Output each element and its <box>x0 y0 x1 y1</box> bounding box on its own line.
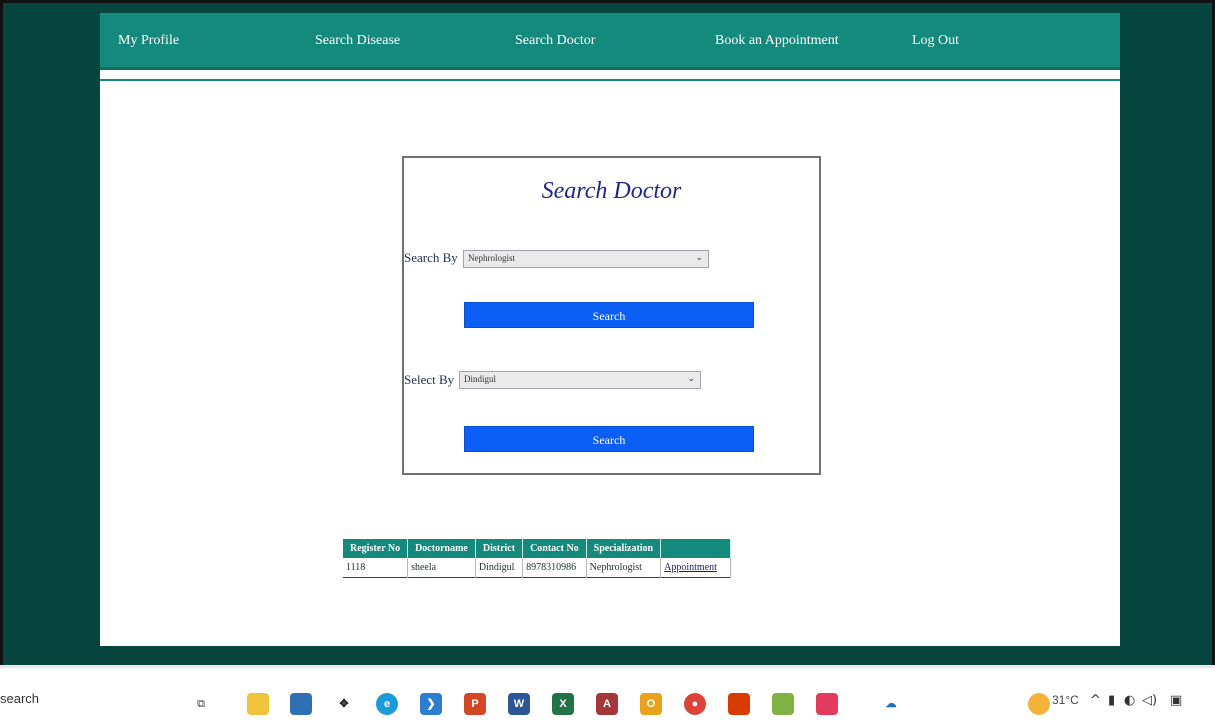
network-icon[interactable]: ◐ <box>1124 693 1135 708</box>
cell-district: Dindigul <box>475 558 524 577</box>
cell-specialization: Nephrologist <box>586 558 662 577</box>
taskbar-search-box[interactable]: search <box>0 691 39 706</box>
panel-title: Search Doctor <box>541 178 682 204</box>
task-view-icon[interactable]: ⧉ <box>190 693 212 715</box>
cell-contact-no: 8978310986 <box>522 558 587 577</box>
edge-icon[interactable]: e <box>376 693 398 715</box>
browser-page: My Profile Search Disease Search Doctor … <box>100 13 1120 646</box>
header-specialization: Specialization <box>586 539 662 558</box>
cell-action: Appointment <box>660 558 732 577</box>
nav-divider <box>100 79 1120 81</box>
search-district-button[interactable]: Search <box>464 426 754 452</box>
nav-book-appointment[interactable]: Book an Appointment <box>715 33 839 49</box>
file-explorer-icon[interactable] <box>247 693 269 715</box>
chevron-down-icon: ⌄ <box>687 373 695 383</box>
app-icon-2[interactable] <box>816 693 838 715</box>
search-specialization-button[interactable]: Search <box>464 302 754 328</box>
header-district: District <box>475 539 524 558</box>
top-navbar: My Profile Search Disease Search Doctor … <box>100 13 1120 70</box>
header-register-no: Register No <box>343 539 409 558</box>
app-icon[interactable] <box>772 693 794 715</box>
select-by-select[interactable]: Dindigul ⌄ <box>459 371 701 389</box>
nav-my-profile[interactable]: My Profile <box>118 33 179 49</box>
windows-taskbar: search ⧉ ✥ e ❯ P W X A O ● ☁ 31°C ^ ▮ ◐ … <box>0 665 1215 728</box>
onedrive-icon[interactable]: ☁ <box>880 693 902 715</box>
office-icon[interactable] <box>728 693 750 715</box>
vscode-icon[interactable]: ❯ <box>420 693 442 715</box>
appointment-link[interactable]: Appointment <box>664 562 717 573</box>
table-header-row: Register No Doctorname District Contact … <box>343 539 732 558</box>
header-contact-no: Contact No <box>522 539 587 558</box>
select-by-value: Dindigul <box>464 374 497 384</box>
powerpoint-icon[interactable]: P <box>464 693 486 715</box>
battery-icon[interactable]: ▮ <box>1108 693 1115 708</box>
volume-icon[interactable]: ◁) <box>1142 693 1157 708</box>
chrome-icon[interactable]: ● <box>684 693 706 715</box>
taskbar-temperature[interactable]: 31°C <box>1052 693 1079 707</box>
nav-search-disease[interactable]: Search Disease <box>315 33 400 49</box>
desktop-background: My Profile Search Disease Search Doctor … <box>0 0 1215 665</box>
store-icon[interactable] <box>290 693 312 715</box>
excel-icon[interactable]: X <box>552 693 574 715</box>
header-action <box>660 539 732 558</box>
header-doctorname: Doctorname <box>407 539 476 558</box>
word-icon[interactable]: W <box>508 693 530 715</box>
weather-icon[interactable] <box>1028 693 1050 715</box>
chevron-up-icon[interactable]: ^ <box>1090 693 1101 708</box>
search-by-select[interactable]: Nephrologist ⌄ <box>463 250 709 268</box>
nav-log-out[interactable]: Log Out <box>912 33 959 49</box>
dropbox-icon[interactable]: ✥ <box>333 693 355 715</box>
table-row: 1118 sheela Dindigul 8978310986 Nephrolo… <box>343 558 732 577</box>
nav-search-doctor[interactable]: Search Doctor <box>515 33 595 49</box>
cell-doctorname: sheela <box>407 558 476 577</box>
outlook-icon[interactable]: O <box>640 693 662 715</box>
cell-register-no: 1118 <box>343 558 409 577</box>
select-by-label: Select By <box>404 372 455 387</box>
doctor-results-table: Register No Doctorname District Contact … <box>343 539 732 578</box>
search-by-label: Search By <box>404 250 458 265</box>
search-doctor-panel: Search Doctor Search By Nephrologist ⌄ S… <box>402 156 821 475</box>
notification-icon[interactable]: ▣ <box>1170 693 1182 708</box>
access-icon[interactable]: A <box>596 693 618 715</box>
chevron-down-icon: ⌄ <box>695 252 703 262</box>
search-by-value: Nephrologist <box>468 253 515 263</box>
